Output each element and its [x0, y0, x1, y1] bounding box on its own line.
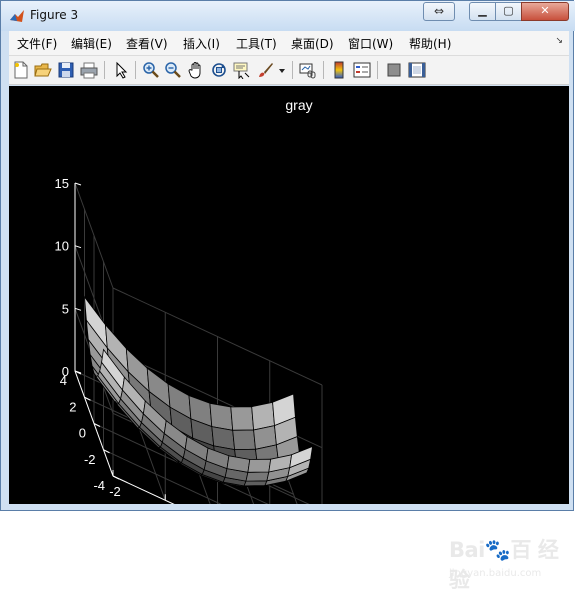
z-tick-label: 15 — [55, 176, 69, 191]
y-tick-mark — [112, 475, 120, 480]
menu-desktop[interactable]: 桌面(D) — [291, 35, 334, 52]
toolbar-separator — [135, 61, 136, 79]
z-tick-label: 10 — [55, 239, 69, 254]
show-plot-tools-icon[interactable] — [408, 61, 426, 79]
y-tick-label: -4 — [93, 478, 105, 493]
rotate-3d-icon[interactable] — [210, 61, 228, 79]
surface-facet — [230, 406, 255, 431]
brush-icon[interactable] — [257, 61, 275, 79]
zoom-in-icon[interactable] — [142, 61, 160, 79]
menu-help[interactable]: 帮助(H) — [409, 35, 451, 52]
plot-title: gray — [285, 97, 312, 113]
z-tick-label: 5 — [62, 301, 69, 316]
toolbar-separator — [104, 61, 105, 79]
surface-facet — [243, 480, 268, 487]
surface-facet — [245, 471, 270, 482]
menu-edit[interactable]: 编辑(E) — [71, 35, 112, 52]
matlab-app-icon — [10, 10, 24, 22]
menu-view[interactable]: 查看(V) — [126, 35, 168, 52]
minimize-button[interactable]: ▁ — [469, 2, 496, 21]
y-tick-label: 4 — [60, 373, 67, 388]
open-file-icon[interactable] — [34, 61, 52, 79]
colorbar-icon[interactable] — [330, 61, 348, 79]
figure-canvas[interactable]: 051015-4-2024-2-1012gray Bai🐾百 经验 jingya… — [9, 86, 569, 592]
surface-facet — [232, 429, 256, 451]
menu-file[interactable]: 文件(F) — [17, 35, 57, 52]
surface-facet — [209, 402, 234, 431]
y-tick-label: -2 — [84, 452, 96, 467]
legend-icon[interactable] — [353, 61, 371, 79]
data-cursor-icon[interactable] — [233, 61, 251, 79]
toolbar-separator — [377, 61, 378, 79]
figure-window: Figure 3 ⇔ ▁ ▢ ✕ 文件(F) 编辑(E) 查看(V) 插入(I)… — [0, 0, 575, 592]
watermark-logo: Bai🐾百 经验 — [449, 538, 559, 592]
resize-arrows-button[interactable]: ⇔ — [423, 2, 455, 21]
title-bar[interactable]: Figure 3 ⇔ ▁ ▢ ✕ — [1, 1, 575, 31]
dock-arrow-icon[interactable]: ↘ — [555, 36, 563, 46]
menu-tools[interactable]: 工具(T) — [236, 35, 277, 52]
menu-insert[interactable]: 插入(I) — [183, 35, 220, 52]
chevron-down-icon[interactable] — [277, 61, 287, 79]
menu-window[interactable]: 窗口(W) — [348, 35, 393, 52]
close-button[interactable]: ✕ — [521, 2, 569, 21]
surface-plot[interactable]: 051015-4-2024-2-1012gray — [9, 86, 569, 504]
surface-facet — [251, 401, 275, 431]
select-arrow-icon[interactable] — [112, 61, 130, 79]
y-tick-label: 2 — [69, 399, 76, 414]
save-icon[interactable] — [57, 61, 75, 79]
toolbar-separator — [323, 61, 324, 79]
baidu-watermark: Bai🐾百 经验 jingyan.baidu.com — [449, 534, 561, 592]
link-plot-icon[interactable] — [299, 61, 317, 79]
toolbar-separator — [292, 61, 293, 79]
zoom-out-icon[interactable] — [164, 61, 182, 79]
figure-toolbar — [9, 56, 569, 85]
hide-plot-tools-icon[interactable] — [385, 61, 403, 79]
x-tick-label: -2 — [109, 484, 121, 499]
new-figure-icon[interactable] — [12, 61, 30, 79]
y-tick-label: 0 — [79, 426, 86, 441]
pan-hand-icon[interactable] — [187, 61, 205, 79]
watermark-url: jingyan.baidu.com — [449, 568, 542, 579]
surface-facet — [247, 458, 272, 473]
menu-bar: 文件(F) 编辑(E) 查看(V) 插入(I) 工具(T) 桌面(D) 窗口(W… — [9, 31, 569, 56]
maximize-button[interactable]: ▢ — [495, 2, 522, 21]
print-icon[interactable] — [80, 61, 98, 79]
window-title: Figure 3 — [30, 8, 79, 22]
